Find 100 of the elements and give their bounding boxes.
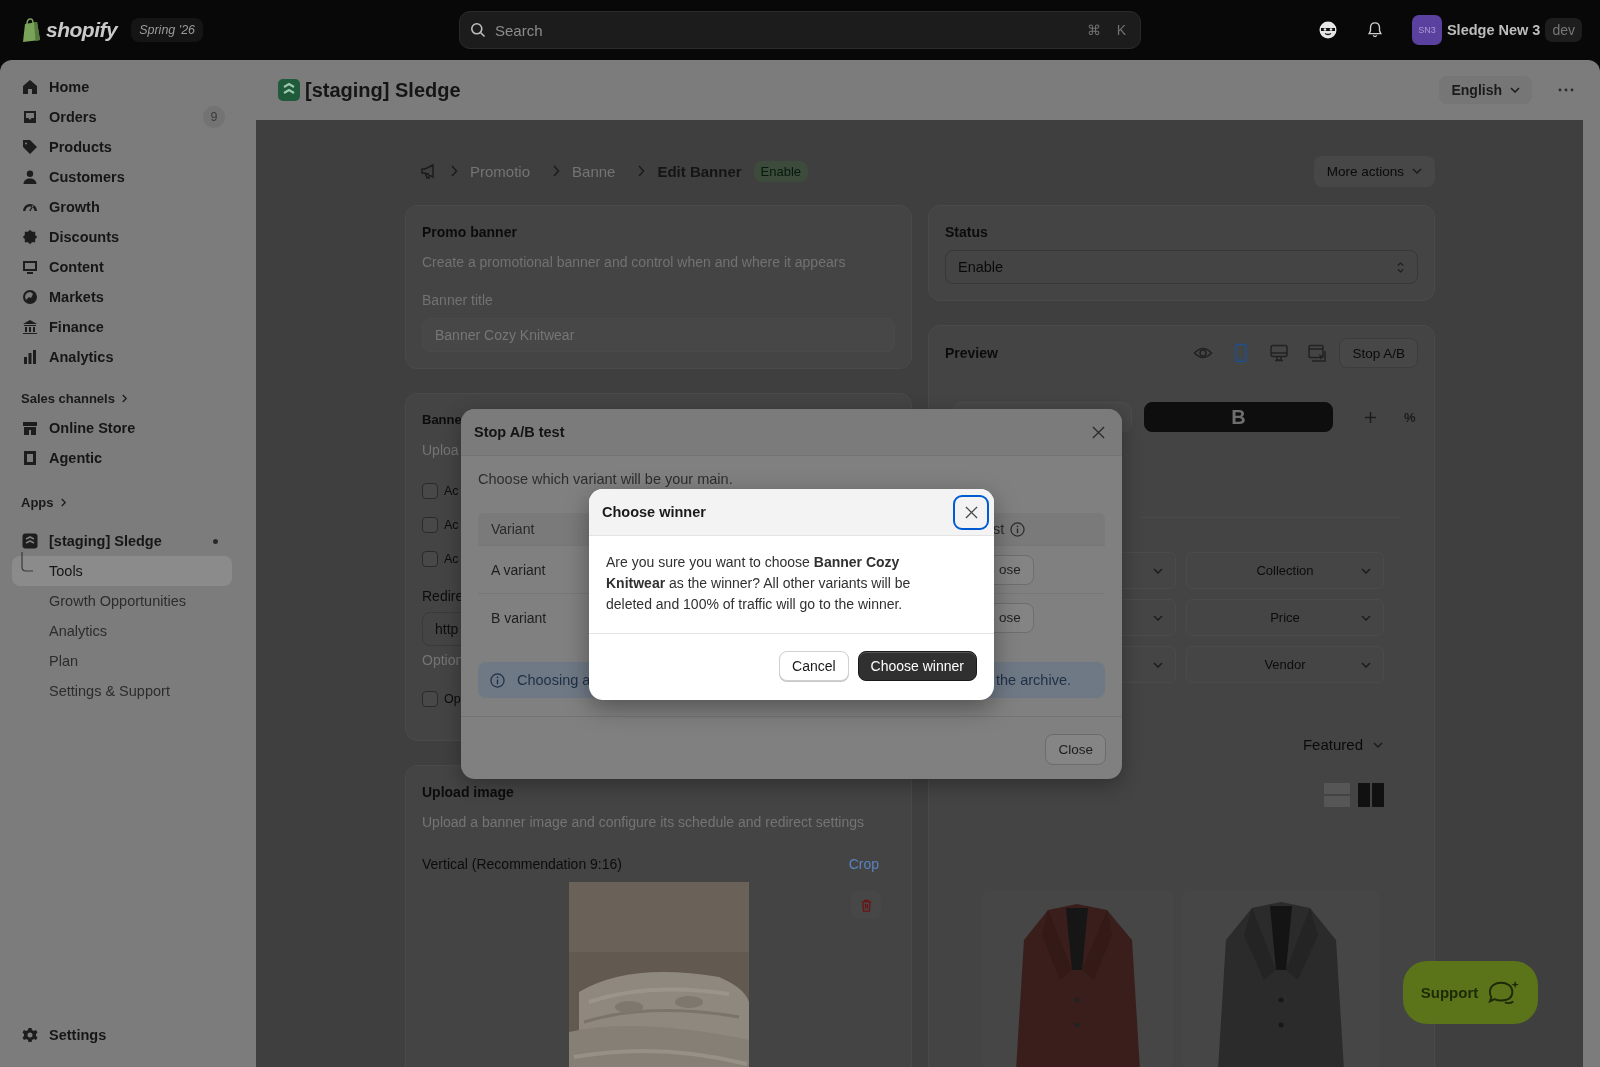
storefront-icon [22,420,38,436]
nav-item[interactable]: Agentic [12,443,232,473]
chevron-down-icon [1373,742,1383,748]
section-link[interactable]: Apps [12,489,67,515]
person-icon [22,169,38,185]
crop-link[interactable]: Crop [848,854,879,874]
tag-icon [22,139,38,155]
search-icon [470,22,486,38]
chevron-down-icon [1153,567,1163,574]
info-text: the archive. [996,672,1071,688]
nav-item[interactable]: Markets [12,282,232,312]
checkbox[interactable] [422,517,438,533]
home-icon [22,79,38,95]
discount-icon [22,229,38,245]
nav-item[interactable]: Growth [12,192,232,222]
chevron-right-icon [450,165,458,177]
nav-item[interactable]: Content [12,252,232,282]
close-icon[interactable] [1092,425,1105,439]
chevron-down-icon [1361,661,1371,668]
checkbox[interactable] [422,551,438,567]
monitor-icon [22,259,38,275]
nav-subitem[interactable]: Tools [12,556,232,586]
nav-item[interactable]: Products [12,132,232,162]
confirm-button[interactable]: Choose winner [857,651,977,681]
nav-subitem[interactable]: Analytics [12,616,232,646]
dot-icon [213,538,218,544]
bell-icon[interactable] [1365,21,1384,39]
nav-subitem[interactable]: Growth Opportunities [12,586,232,616]
info-icon [490,672,505,688]
more-icon[interactable] [1558,88,1574,92]
logo-text: shopify [46,18,118,42]
chevron-down-icon [1412,168,1422,174]
nav-item[interactable]: Finance [12,312,232,342]
settings-icon [22,1027,38,1043]
section-link[interactable]: Sales channels [12,385,128,411]
close-button[interactable]: Close [1045,734,1106,765]
store-name: Sledge New 3 [1446,22,1541,38]
nav-subitem[interactable]: Plan [12,646,232,676]
environment-badge: dev [1545,18,1582,42]
bank-icon [22,319,38,335]
card-title: Status [945,223,988,242]
chevron-down-icon [1361,614,1371,621]
chevron-down-icon [1153,661,1163,668]
modal-text: Are you sure you want to choose Banner Cozy Knitwear as the winner? All other variants will be deleted and 100% of traffic will go to the winner. [589,536,994,634]
field-label: Redire [422,587,464,606]
select-arrows-icon [1396,260,1405,274]
plus-icon[interactable] [1364,410,1377,424]
chevron-right-icon [59,497,67,507]
orientation-label: Vertical (Recommendation 9:16) [422,855,622,874]
store-avatar: SN3 [1411,15,1442,45]
connector-line [20,552,34,574]
bar-chart-icon [22,349,38,365]
shopping-bag-icon [22,18,42,42]
nav-item[interactable]: Discounts [12,222,232,252]
variant-tab[interactable]: B [1144,402,1333,432]
stop-ab-button[interactable]: Stop A/B [1339,338,1418,368]
monitor-icon[interactable] [1269,343,1290,363]
info-text: Choosing a [517,672,591,688]
chevron-right-icon [120,393,128,403]
nav-item[interactable]: Online Store [12,413,232,443]
window-icon[interactable] [1307,343,1328,363]
close-icon [964,505,978,519]
table-cell: A variant [491,561,546,578]
checkbox-label: Op [444,692,461,706]
nav-item[interactable]: Analytics [12,342,232,372]
checkbox[interactable] [422,691,438,707]
close-button[interactable] [953,494,989,530]
column-header: st [993,521,1005,537]
page-title: [staging] Sledge [305,78,461,102]
shortcut-key: ⌘ [1086,22,1101,38]
app-icon [22,533,38,549]
info-icon [1010,521,1026,537]
more-actions-button[interactable]: More actions [1313,155,1435,187]
nav-item[interactable]: Customers [12,162,232,192]
columns-layout-icon[interactable] [1358,783,1384,807]
mask-face-icon[interactable] [1317,20,1338,40]
card-title: Promo banner [422,223,517,242]
nav-item[interactable]: [staging] Sledge [12,526,232,556]
trash-icon [859,898,873,912]
modal-text: Choose which variant will be your main. [478,470,733,488]
inbox-icon [22,109,38,125]
table-cell: B variant [491,609,547,626]
chevron-down-icon [1510,87,1520,93]
shortcut-key: K [1116,22,1126,38]
column-header: Variant [491,521,535,537]
chevron-down-icon [1153,614,1163,621]
modal-title: Stop A/B test [474,424,565,440]
cancel-button[interactable]: Cancel [779,651,849,681]
chevron-down-icon [1361,567,1371,574]
card-title: Preview [945,344,999,363]
chevron-right-icon [637,165,646,177]
support-button[interactable]: Support [1403,961,1538,1024]
edition-badge: Spring '26 [131,18,204,42]
checkbox[interactable] [422,483,438,499]
app-icon [22,450,38,466]
nav-subitem[interactable]: Settings & Support [12,676,232,706]
nav-item[interactable]: Settings [12,1020,232,1050]
store-menu[interactable]: SN3 Sledge New 3 dev [1411,15,1582,45]
language-dropdown[interactable]: English [1439,76,1532,104]
nav-item[interactable]: Home [12,72,232,102]
